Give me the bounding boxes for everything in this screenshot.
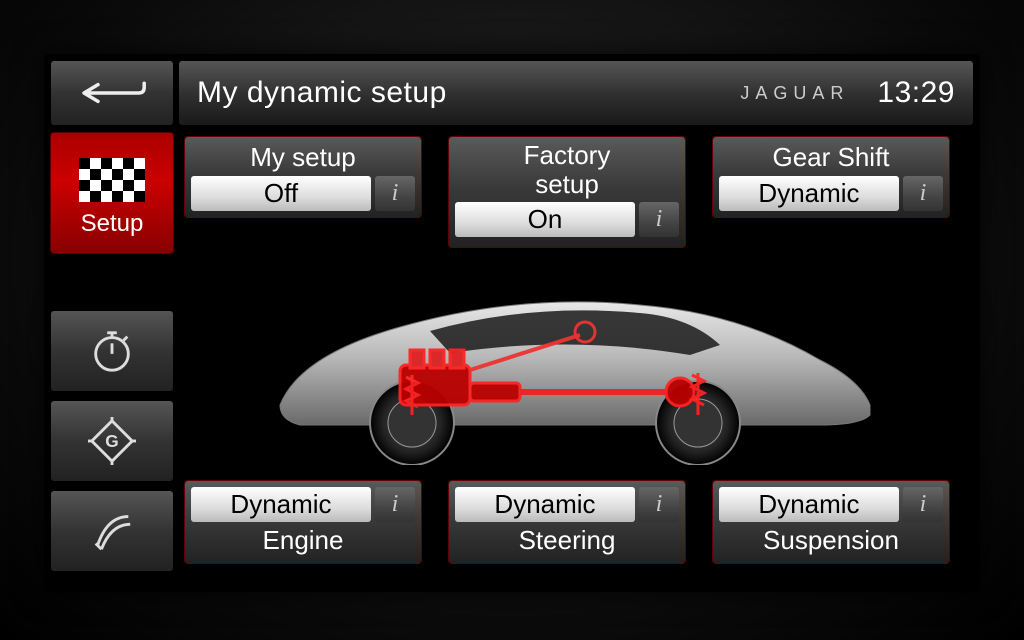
stopwatch-icon (88, 327, 136, 375)
gear-shift-info-button[interactable]: i (903, 176, 943, 211)
g-meter-icon: G (88, 417, 136, 465)
clock: 13:29 (877, 76, 955, 110)
page-title: My dynamic setup (197, 76, 740, 110)
sidebar-setup-label: Setup (81, 210, 144, 238)
suspension-card[interactable]: Dynamic i Suspension (712, 480, 950, 564)
title-bar: My dynamic setup JAGUAR 13:29 (178, 60, 974, 126)
steering-card[interactable]: Dynamic i Steering (448, 480, 686, 564)
gear-shift-card[interactable]: Gear Shift Dynamic i (712, 136, 950, 218)
sidebar-gmeter-button[interactable]: G (50, 400, 174, 482)
suspension-title: Suspension (713, 522, 949, 563)
factory-setup-value: On (455, 202, 635, 237)
engine-card[interactable]: Dynamic i Engine (184, 480, 422, 564)
factory-setup-title: Factory setup (449, 137, 685, 202)
gear-shift-value: Dynamic (719, 176, 899, 211)
my-setup-value: Off (191, 176, 371, 211)
throttle-icon (88, 507, 136, 555)
engine-title: Engine (185, 522, 421, 563)
suspension-value: Dynamic (719, 487, 899, 522)
checkered-flag-icon (77, 158, 147, 202)
back-button[interactable] (50, 60, 174, 126)
steering-value: Dynamic (455, 487, 635, 522)
back-arrow-icon (77, 76, 147, 110)
factory-setup-card[interactable]: Factory setup On i (448, 136, 686, 248)
sidebar-setup-button[interactable]: Setup (50, 132, 174, 254)
brand-label: JAGUAR (740, 83, 849, 104)
my-setup-info-button[interactable]: i (375, 176, 415, 211)
steering-title: Steering (449, 522, 685, 563)
screen-bezel: My dynamic setup JAGUAR 13:29 Se (44, 54, 980, 592)
sidebar-stopwatch-button[interactable] (50, 310, 174, 392)
steering-info-button[interactable]: i (639, 487, 679, 522)
suspension-info-button[interactable]: i (903, 487, 943, 522)
factory-setup-info-button[interactable]: i (639, 202, 679, 237)
sidebar-throttle-button[interactable] (50, 490, 174, 572)
sidebar: Setup G (50, 132, 174, 572)
gear-shift-title: Gear Shift (713, 137, 949, 176)
car-illustration (200, 260, 940, 470)
svg-text:G: G (105, 431, 118, 451)
my-setup-title: My setup (185, 137, 421, 176)
my-setup-card[interactable]: My setup Off i (184, 136, 422, 218)
engine-info-button[interactable]: i (375, 487, 415, 522)
engine-value: Dynamic (191, 487, 371, 522)
screen: My dynamic setup JAGUAR 13:29 Se (50, 60, 974, 586)
header-bar: My dynamic setup JAGUAR 13:29 (50, 60, 974, 126)
